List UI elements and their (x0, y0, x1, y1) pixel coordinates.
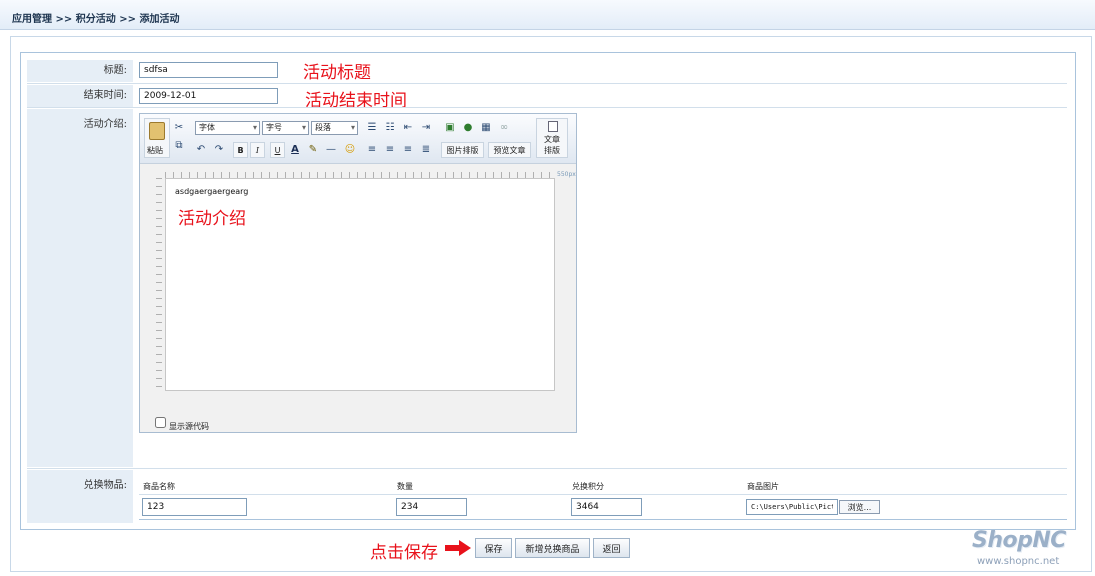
save-button[interactable]: 保存 (475, 538, 512, 558)
breadcrumb: 应用管理 >> 积分活动 >> 添加活动 (12, 14, 180, 25)
size-select[interactable]: 字号 (262, 121, 309, 135)
points-input[interactable] (571, 498, 642, 516)
items-label: 兑换物品: (27, 470, 133, 523)
paste-button[interactable]: 粘贴 (144, 118, 170, 158)
copy-icon[interactable]: ⧉ (172, 139, 186, 153)
outdent-icon[interactable]: ⇤ (401, 121, 415, 135)
end-time-label: 结束时间: (27, 85, 133, 107)
highlight-icon[interactable]: ✎ (306, 143, 320, 157)
show-source-checkbox[interactable] (155, 417, 166, 428)
article-layout-button[interactable]: 文章 排版 (536, 118, 568, 158)
paragraph-select[interactable]: 段落 (311, 121, 358, 135)
redo-icon[interactable]: ↷ (212, 143, 226, 157)
ordered-list-icon[interactable]: ☰ (365, 121, 379, 135)
logo-url: www.shopnc.net (977, 556, 1060, 567)
article-layout-label-2: 排版 (544, 146, 560, 155)
paste-label: 粘贴 (147, 146, 163, 155)
article-layout-label-1: 文章 (544, 135, 560, 144)
row-divider (27, 83, 1067, 84)
align-right-icon[interactable]: ≡ (401, 143, 415, 157)
table-icon[interactable]: ▦ (479, 121, 493, 135)
show-source-label: 显示源代码 (169, 422, 209, 431)
annotation-intro: 活动介绍 (178, 209, 246, 229)
image-icon[interactable]: ▣ (443, 121, 457, 135)
image-layout-button[interactable]: 图片排版 (441, 142, 484, 158)
intro-label: 活动介绍: (27, 109, 133, 467)
header-quantity: 数量 (397, 482, 413, 491)
row-divider (139, 519, 1067, 520)
add-item-button[interactable]: 新增兑换商品 (515, 538, 590, 558)
horizontal-rule-icon[interactable]: — (324, 143, 338, 157)
annotation-title: 活动标题 (303, 63, 371, 83)
shopnc-logo: ShopNC (972, 528, 1066, 553)
row-divider (27, 468, 1067, 469)
title-label: 标题: (27, 60, 133, 82)
font-color-icon[interactable]: A (288, 143, 302, 157)
align-center-icon[interactable]: ≡ (383, 143, 397, 157)
justify-icon[interactable]: ≣ (419, 143, 433, 157)
clipboard-icon (149, 122, 165, 140)
underline-button[interactable]: U (270, 142, 285, 158)
row-divider (27, 107, 1067, 108)
bold-button[interactable]: B (233, 142, 248, 158)
document-icon (548, 121, 558, 132)
title-input[interactable] (139, 62, 278, 78)
product-name-input[interactable] (142, 498, 247, 516)
ruler-width-mark: 550px (557, 171, 576, 178)
header-product-image: 商品图片 (747, 482, 779, 491)
editor-content: asdgaergaergearg (175, 187, 249, 196)
cut-icon[interactable]: ✂ (172, 121, 186, 135)
italic-button[interactable]: I (250, 142, 265, 158)
browse-button[interactable]: 浏览... (839, 500, 880, 514)
indent-icon[interactable]: ⇥ (419, 121, 433, 135)
vertical-ruler (156, 178, 162, 391)
annotation-save: 点击保存 (370, 543, 438, 563)
header-product-name: 商品名称 (143, 482, 175, 491)
emoticon-icon[interactable]: ☺ (343, 143, 357, 157)
unordered-list-icon[interactable]: ☷ (383, 121, 397, 135)
align-left-icon[interactable]: ≡ (365, 143, 379, 157)
flash-icon[interactable]: ● (461, 121, 475, 135)
font-select[interactable]: 字体 (195, 121, 260, 135)
back-button[interactable]: 返回 (593, 538, 630, 558)
row-divider (139, 494, 1067, 495)
image-path-input[interactable] (746, 499, 838, 515)
preview-button[interactable]: 预览文章 (488, 142, 531, 158)
arrow-right-icon (445, 540, 471, 556)
undo-icon[interactable]: ↶ (194, 143, 208, 157)
link-icon[interactable]: ∞ (497, 121, 511, 135)
quantity-input[interactable] (396, 498, 467, 516)
header-points: 兑换积分 (572, 482, 604, 491)
end-time-input[interactable] (139, 88, 278, 104)
top-bar: 应用管理 >> 积分活动 >> 添加活动 (0, 0, 1095, 30)
